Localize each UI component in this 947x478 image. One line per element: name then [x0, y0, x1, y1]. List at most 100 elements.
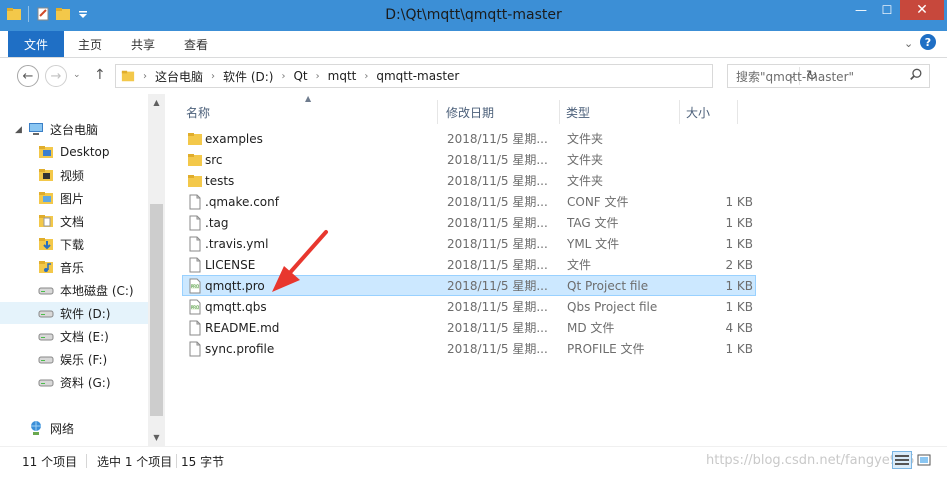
nav-item-music[interactable]: 音乐: [0, 256, 148, 278]
file-row[interactable]: README.md 2018/11/5 星期... MD 文件 4 KB: [182, 317, 756, 338]
breadcrumb-this-pc[interactable]: 这台电脑: [155, 68, 203, 85]
column-header-type[interactable]: 类型: [560, 100, 680, 124]
chevron-right-icon[interactable]: ›: [211, 71, 215, 82]
tab-view[interactable]: 查看: [170, 31, 222, 57]
file-type: 文件: [567, 258, 592, 272]
file-row[interactable]: PRO qmqtt.qbs 2018/11/5 星期... Qbs Project f…: [182, 296, 756, 317]
breadcrumb-qmqtt-master[interactable]: qmqtt-master: [376, 69, 459, 83]
forward-button[interactable]: →: [45, 65, 67, 87]
chevron-right-icon[interactable]: ›: [281, 71, 285, 82]
search-input[interactable]: 搜索"qmqtt-master": [727, 64, 930, 88]
nav-item-label: 图片: [60, 191, 85, 206]
recent-locations-icon[interactable]: ⌄: [73, 70, 81, 80]
nav-item-downloads[interactable]: 下载: [0, 233, 148, 255]
search-icon[interactable]: [909, 68, 923, 82]
file-name: README.md: [205, 320, 280, 335]
scroll-down-icon[interactable]: ▼: [148, 429, 165, 446]
chevron-right-icon[interactable]: ›: [364, 71, 368, 82]
back-button[interactable]: ←: [17, 65, 39, 87]
file-size: [683, 150, 753, 169]
file-row[interactable]: .tag 2018/11/5 星期... TAG 文件 1 KB: [182, 212, 756, 233]
file-size: 2 KB: [725, 257, 753, 272]
scroll-up-icon[interactable]: ▲: [148, 94, 165, 111]
nav-item-label: 文档: [60, 214, 85, 229]
nav-item-label: 资料 (G:): [60, 375, 111, 390]
file-icon: [189, 194, 201, 210]
chevron-right-icon[interactable]: ›: [316, 71, 320, 82]
file-size: 1 KB: [725, 278, 753, 293]
address-bar[interactable]: › 这台电脑 › 软件 (D:) › Qt › mqtt › qmqtt-mas…: [115, 64, 818, 88]
drive-icon: [38, 287, 54, 295]
file-name: src: [205, 152, 223, 167]
file-row[interactable]: examples 2018/11/5 星期... 文件夹: [182, 128, 756, 149]
file-size: 4 KB: [725, 320, 753, 335]
file-row[interactable]: .travis.yml 2018/11/5 星期... YML 文件 1 KB: [182, 233, 756, 254]
file-row[interactable]: tests 2018/11/5 星期... 文件夹: [182, 170, 756, 191]
tab-share[interactable]: 共享: [116, 31, 170, 57]
file-size: 1 KB: [725, 194, 753, 209]
breadcrumb-drive-d[interactable]: 软件 (D:): [223, 68, 273, 85]
tab-home[interactable]: 主页: [64, 31, 116, 57]
breadcrumb-qt[interactable]: Qt: [293, 69, 307, 83]
nav-item-drive-e[interactable]: 文档 (E:): [0, 325, 148, 347]
close-button[interactable]: ✕: [900, 0, 944, 20]
folder-icon: [188, 175, 202, 187]
navigation-pane[interactable]: ◢ 这台电脑 Desktop 视频 图片 文档 下载 音乐 本地磁盘 (C:) …: [0, 94, 166, 446]
up-button[interactable]: ↑: [94, 67, 106, 83]
nav-item-label: 软件 (D:): [60, 306, 111, 321]
column-header-date[interactable]: 修改日期: [440, 100, 560, 124]
details-view-button[interactable]: [892, 451, 912, 469]
nav-item-drive-d[interactable]: 软件 (D:): [0, 302, 148, 324]
nav-item-network[interactable]: 网络: [0, 417, 148, 439]
file-name: .tag: [205, 215, 229, 230]
minimize-button[interactable]: —: [848, 0, 874, 20]
ribbon-collapse-icon[interactable]: ⌄: [904, 37, 913, 50]
nav-item-label: Desktop: [60, 145, 110, 159]
nav-item-desktop[interactable]: Desktop: [0, 141, 148, 163]
column-header-size[interactable]: 大小: [680, 100, 738, 124]
file-size: 1 KB: [725, 215, 753, 230]
nav-item-documents[interactable]: 文档: [0, 210, 148, 232]
nav-item-drive-f[interactable]: 娱乐 (F:): [0, 348, 148, 370]
file-size: [683, 171, 753, 190]
window-title: D:\Qt\mqtt\qmqtt-master: [385, 7, 562, 23]
computer-icon: [29, 123, 43, 135]
file-name: .qmake.conf: [205, 194, 279, 209]
tab-file[interactable]: 文件: [8, 31, 64, 57]
column-header-name[interactable]: 名称: [180, 100, 438, 124]
breadcrumb-mqtt[interactable]: mqtt: [328, 69, 357, 83]
file-date: 2018/11/5 星期...: [447, 237, 548, 251]
file-date: 2018/11/5 星期...: [447, 195, 548, 209]
help-icon[interactable]: ?: [920, 34, 936, 50]
nav-item-pictures[interactable]: 图片: [0, 187, 148, 209]
svg-text:PRO: PRO: [191, 284, 199, 289]
nav-scrollbar[interactable]: ▲ ▼: [148, 94, 165, 446]
video-folder-icon: [39, 169, 53, 181]
file-row[interactable]: LICENSE 2018/11/5 星期... 文件 2 KB: [182, 254, 756, 275]
file-date: 2018/11/5 星期...: [447, 342, 548, 356]
maximize-button[interactable]: ☐: [874, 0, 900, 20]
file-row[interactable]: .qmake.conf 2018/11/5 星期... CONF 文件 1 KB: [182, 191, 756, 212]
nav-item-drive-c[interactable]: 本地磁盘 (C:): [0, 279, 148, 301]
large-icons-view-button[interactable]: [914, 451, 934, 469]
file-list[interactable]: ▲ 名称 修改日期 类型 大小 examples 2018/11/5 星期... 文…: [166, 94, 947, 446]
watermark: https://blog.csdn.net/fangye945: [706, 453, 915, 468]
folder-icon: [39, 146, 53, 158]
qt-project-file-icon: PRO: [189, 278, 201, 294]
file-date: 2018/11/5 星期...: [447, 321, 548, 335]
nav-item-drive-g[interactable]: 资料 (G:): [0, 371, 148, 393]
file-size: [683, 129, 753, 148]
nav-item-videos[interactable]: 视频: [0, 164, 148, 186]
file-name: qmqtt.qbs: [205, 299, 267, 314]
scrollbar-thumb[interactable]: [150, 204, 163, 416]
nav-item-this-pc[interactable]: 这台电脑: [0, 118, 148, 140]
file-date: 2018/11/5 星期...: [447, 279, 548, 293]
file-row[interactable]: sync.profile 2018/11/5 星期... PROFILE 文件 1 K…: [182, 338, 756, 359]
file-date: 2018/11/5 星期...: [447, 174, 548, 188]
file-name: sync.profile: [205, 341, 275, 356]
file-row[interactable]: src 2018/11/5 星期... 文件夹: [182, 149, 756, 170]
nav-item-label: 下载: [60, 237, 85, 252]
folder-icon: [121, 70, 135, 82]
chevron-right-icon[interactable]: ›: [143, 71, 147, 82]
file-row[interactable]: PRO qmqtt.pro 2018/11/5 星期... Qt Project fi…: [182, 275, 756, 296]
